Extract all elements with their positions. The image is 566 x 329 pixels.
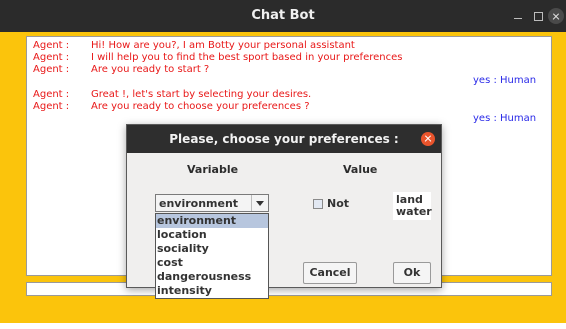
value-option[interactable]: water bbox=[396, 206, 432, 218]
message-text: Hi! How are you?, I am Botty your person… bbox=[91, 40, 355, 51]
dialog-title: Please, choose your preferences : bbox=[169, 132, 399, 146]
variable-select[interactable]: environment bbox=[155, 194, 269, 212]
dropdown-option[interactable]: cost bbox=[156, 256, 268, 270]
message-speaker: Agent : bbox=[33, 89, 70, 100]
message-text: Are you ready to start ? bbox=[91, 64, 210, 75]
ok-button[interactable]: Ok bbox=[393, 262, 431, 284]
dialog-title-bar: Please, choose your preferences : bbox=[127, 125, 441, 153]
human-reply: yes : Human bbox=[473, 75, 537, 86]
message-speaker: Agent : bbox=[33, 64, 70, 75]
message-text: Are you ready to choose your preferences… bbox=[91, 101, 310, 112]
variable-select-value: environment bbox=[159, 197, 239, 210]
human-reply: yes : Human bbox=[473, 113, 537, 124]
maximize-icon[interactable] bbox=[530, 8, 546, 24]
dropdown-option[interactable]: intensity bbox=[156, 284, 268, 298]
value-column-header: Value bbox=[343, 163, 378, 176]
dropdown-option[interactable]: environment bbox=[156, 214, 268, 228]
dropdown-option[interactable]: dangerousness bbox=[156, 270, 268, 284]
message-speaker: Agent : bbox=[33, 40, 70, 51]
dropdown-option[interactable]: sociality bbox=[156, 242, 268, 256]
message-text: I will help you to find the best sport b… bbox=[91, 52, 403, 63]
close-icon[interactable] bbox=[548, 8, 564, 24]
chevron-down-icon[interactable] bbox=[251, 195, 268, 211]
dialog-close-icon[interactable] bbox=[421, 132, 435, 146]
message-text: Great !, let's start by selecting your d… bbox=[91, 89, 312, 100]
variable-column-header: Variable bbox=[187, 163, 239, 176]
preferences-dialog: Please, choose your preferences : Variab… bbox=[126, 124, 442, 299]
cancel-button[interactable]: Cancel bbox=[303, 262, 357, 284]
minimize-icon[interactable] bbox=[510, 8, 526, 24]
message-speaker: Agent : bbox=[33, 52, 70, 63]
message-speaker: Agent : bbox=[33, 101, 70, 112]
not-checkbox[interactable] bbox=[313, 199, 323, 209]
variable-dropdown-list[interactable]: environment location sociality cost dang… bbox=[155, 213, 269, 299]
value-list[interactable]: land water bbox=[393, 192, 432, 220]
title-bar: Chat Bot bbox=[0, 0, 566, 32]
window-title: Chat Bot bbox=[251, 8, 315, 23]
not-checkbox-label[interactable]: Not bbox=[327, 197, 349, 210]
dropdown-option[interactable]: location bbox=[156, 228, 268, 242]
bottom-strip bbox=[0, 323, 566, 329]
